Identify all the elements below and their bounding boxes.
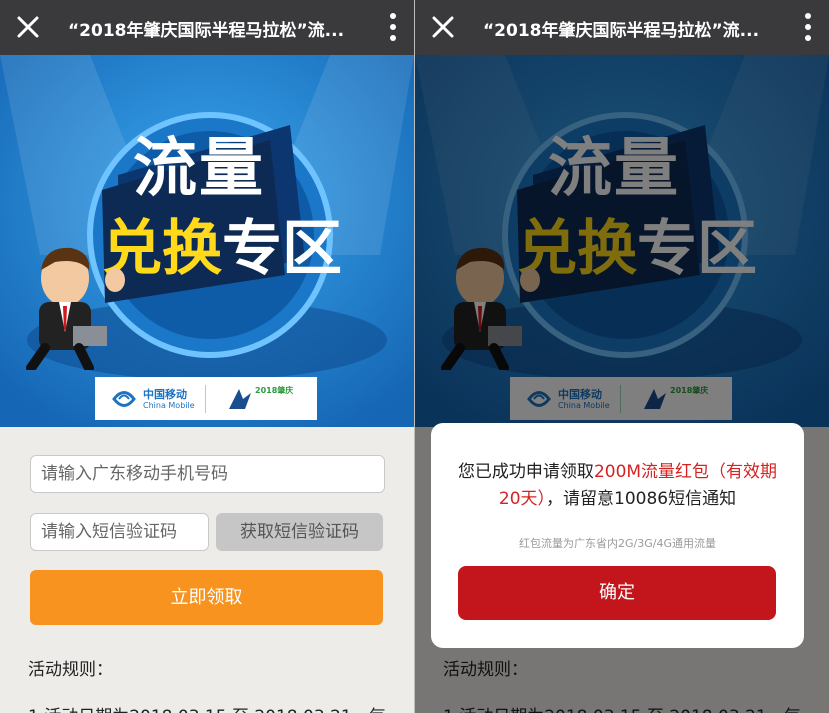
logo-divider xyxy=(205,385,206,413)
phone-placeholder: 请输入广东移动手机号码 xyxy=(41,464,228,484)
sms-placeholder: 请输入短信验证码 xyxy=(41,522,177,542)
promo-banner: 流量 兑换专区 中国移动 China Mobile 2018肇庆 xyxy=(0,55,414,427)
china-mobile-cn: 中国移动 xyxy=(143,388,187,401)
sms-code-input[interactable]: 请输入短信验证码 xyxy=(30,513,209,551)
more-vertical-icon[interactable] xyxy=(803,12,813,42)
rules-title: 活动规则： xyxy=(28,660,113,680)
top-bar: “2018年肇庆国际半程马拉松”流... xyxy=(415,0,829,55)
rules-line-1: 1.活动日期为2018.03.15 至 2018.03.21，每 xyxy=(28,702,386,713)
china-mobile-logo-icon xyxy=(112,391,136,407)
banner-headline-white: 专区 xyxy=(222,214,342,284)
page-title: “2018年肇庆国际半程马拉松”流... xyxy=(68,21,345,41)
left-screen: “2018年肇庆国际半程马拉松”流... 流量 兑换专区 中国移动 China … xyxy=(0,0,414,713)
banner-headline-line1: 流量 xyxy=(133,132,265,206)
businessman-illustration xyxy=(26,247,125,370)
close-icon[interactable] xyxy=(427,11,459,43)
more-vertical-icon[interactable] xyxy=(388,12,398,42)
marathon-logo-icon xyxy=(229,389,251,409)
marathon-badge: 2018肇庆 xyxy=(255,386,294,395)
sponsor-logo-strip: 中国移动 China Mobile 2018肇庆 xyxy=(95,377,317,420)
success-dialog: 您已成功申请领取200M流量红包（有效期20天），请留意10086短信通知 红包… xyxy=(431,423,804,648)
claim-now-button[interactable]: 立即领取 xyxy=(30,570,383,625)
top-bar: “2018年肇庆国际半程马拉松”流... xyxy=(0,0,414,55)
get-sms-code-button[interactable]: 获取短信验证码 xyxy=(216,513,383,551)
success-message: 您已成功申请领取200M流量红包（有效期20天），请留意10086短信通知 xyxy=(451,459,784,513)
close-icon[interactable] xyxy=(12,11,44,43)
phone-input[interactable]: 请输入广东移动手机号码 xyxy=(30,455,385,493)
message-prefix: 您已成功申请领取 xyxy=(457,462,594,482)
traffic-note: 红包流量为广东省内2G/3G/4G通用流量 xyxy=(519,537,716,550)
china-mobile-en: China Mobile xyxy=(143,401,195,410)
form-area: 请输入广东移动手机号码 请输入短信验证码 获取短信验证码 立即领取 活动规则： … xyxy=(0,427,414,713)
confirm-button[interactable]: 确定 xyxy=(458,566,776,620)
message-suffix: ，请留意10086短信通知 xyxy=(546,489,737,509)
page-title: “2018年肇庆国际半程马拉松”流... xyxy=(483,21,760,41)
